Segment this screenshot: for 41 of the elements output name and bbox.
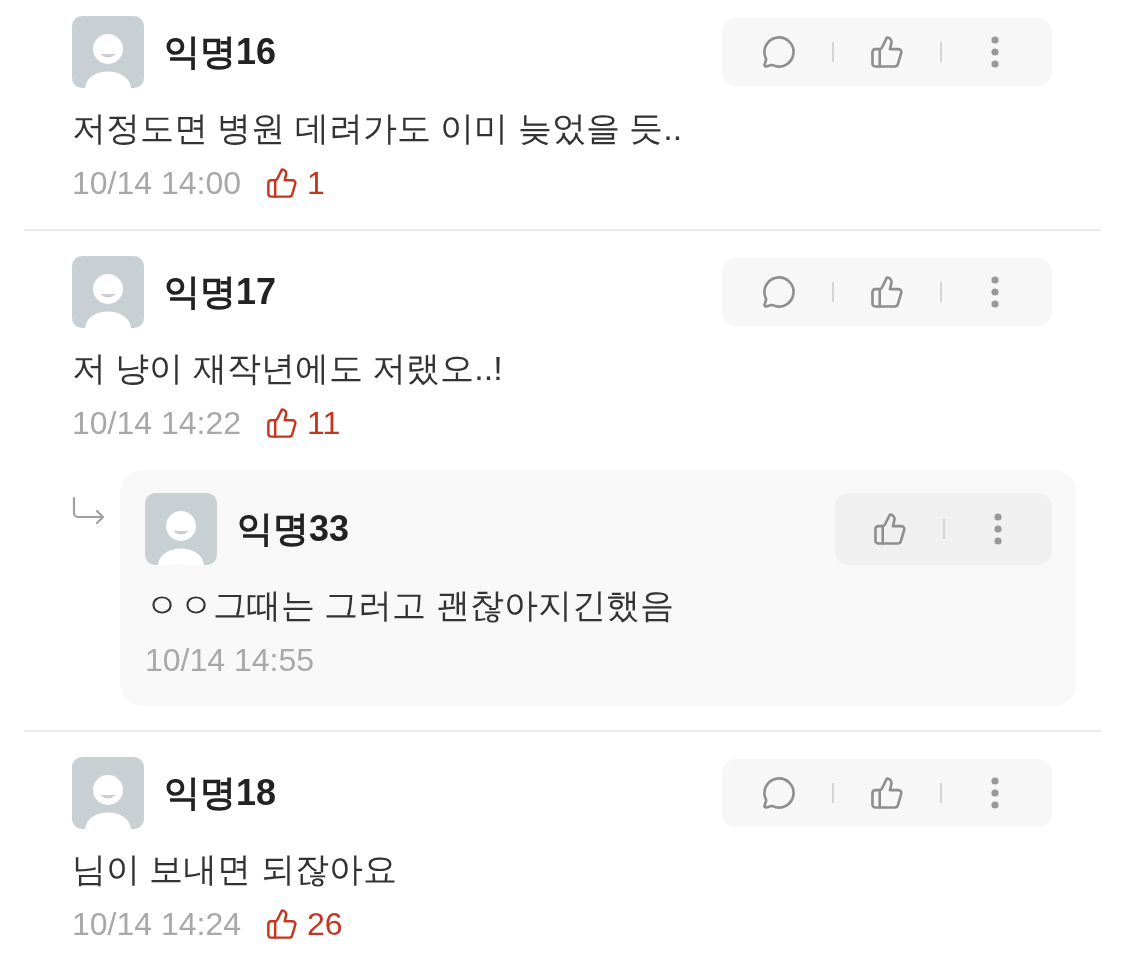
comment-text: 저정도면 병원 데려가도 이미 늦었을 듯..: [72, 108, 684, 149]
thumbs-up-icon: [871, 36, 903, 68]
like-count: 1: [307, 164, 325, 203]
comment-text: ㅇㅇ그때는 그러고 괜찮아지긴했음: [145, 585, 675, 626]
like-count: 11: [307, 404, 341, 443]
more-icon: [991, 777, 999, 809]
speech-bubble-icon: [763, 777, 795, 809]
reply-button[interactable]: [762, 275, 796, 309]
author-name: 익명17: [164, 274, 277, 310]
timestamp: 10/14 14:22: [72, 404, 242, 443]
comment-text: 저 냥이 재작년에도 저랬오..!: [72, 348, 504, 389]
like-button[interactable]: [870, 776, 904, 810]
like-count: 26: [307, 905, 343, 944]
thumbs-up-icon: [871, 777, 903, 809]
avatar-icon: [72, 256, 144, 328]
avatar-icon: [72, 16, 144, 88]
reply-button[interactable]: [762, 776, 796, 810]
like-button[interactable]: [872, 512, 907, 546]
timestamp: 10/14 14:00: [72, 164, 242, 203]
timestamp: 10/14 14:55: [145, 641, 315, 680]
author-name: 익명16: [164, 34, 277, 70]
more-icon: [991, 36, 999, 68]
reply-button[interactable]: [762, 35, 796, 69]
like-button[interactable]: [870, 35, 904, 69]
like-button[interactable]: [870, 275, 904, 309]
avatar-icon: [145, 493, 217, 565]
thumbs-up-icon: [873, 513, 906, 545]
more-icon: [991, 276, 999, 308]
thumbs-up-icon: [871, 276, 903, 308]
timestamp: 10/14 14:24: [72, 905, 242, 944]
speech-bubble-icon: [763, 36, 795, 68]
thumbs-up-icon: [267, 408, 298, 438]
speech-bubble-icon: [763, 276, 795, 308]
reply-arrow-icon: [72, 496, 106, 526]
thumbs-up-icon: [267, 168, 298, 198]
comment-text: 님이 보내면 되잖아요: [72, 849, 398, 890]
author-name: 익명18: [164, 775, 277, 811]
thumbs-up-icon: [267, 909, 298, 939]
author-name: 익명33: [237, 511, 350, 547]
avatar-icon: [72, 757, 144, 829]
more-icon: [993, 513, 1002, 545]
